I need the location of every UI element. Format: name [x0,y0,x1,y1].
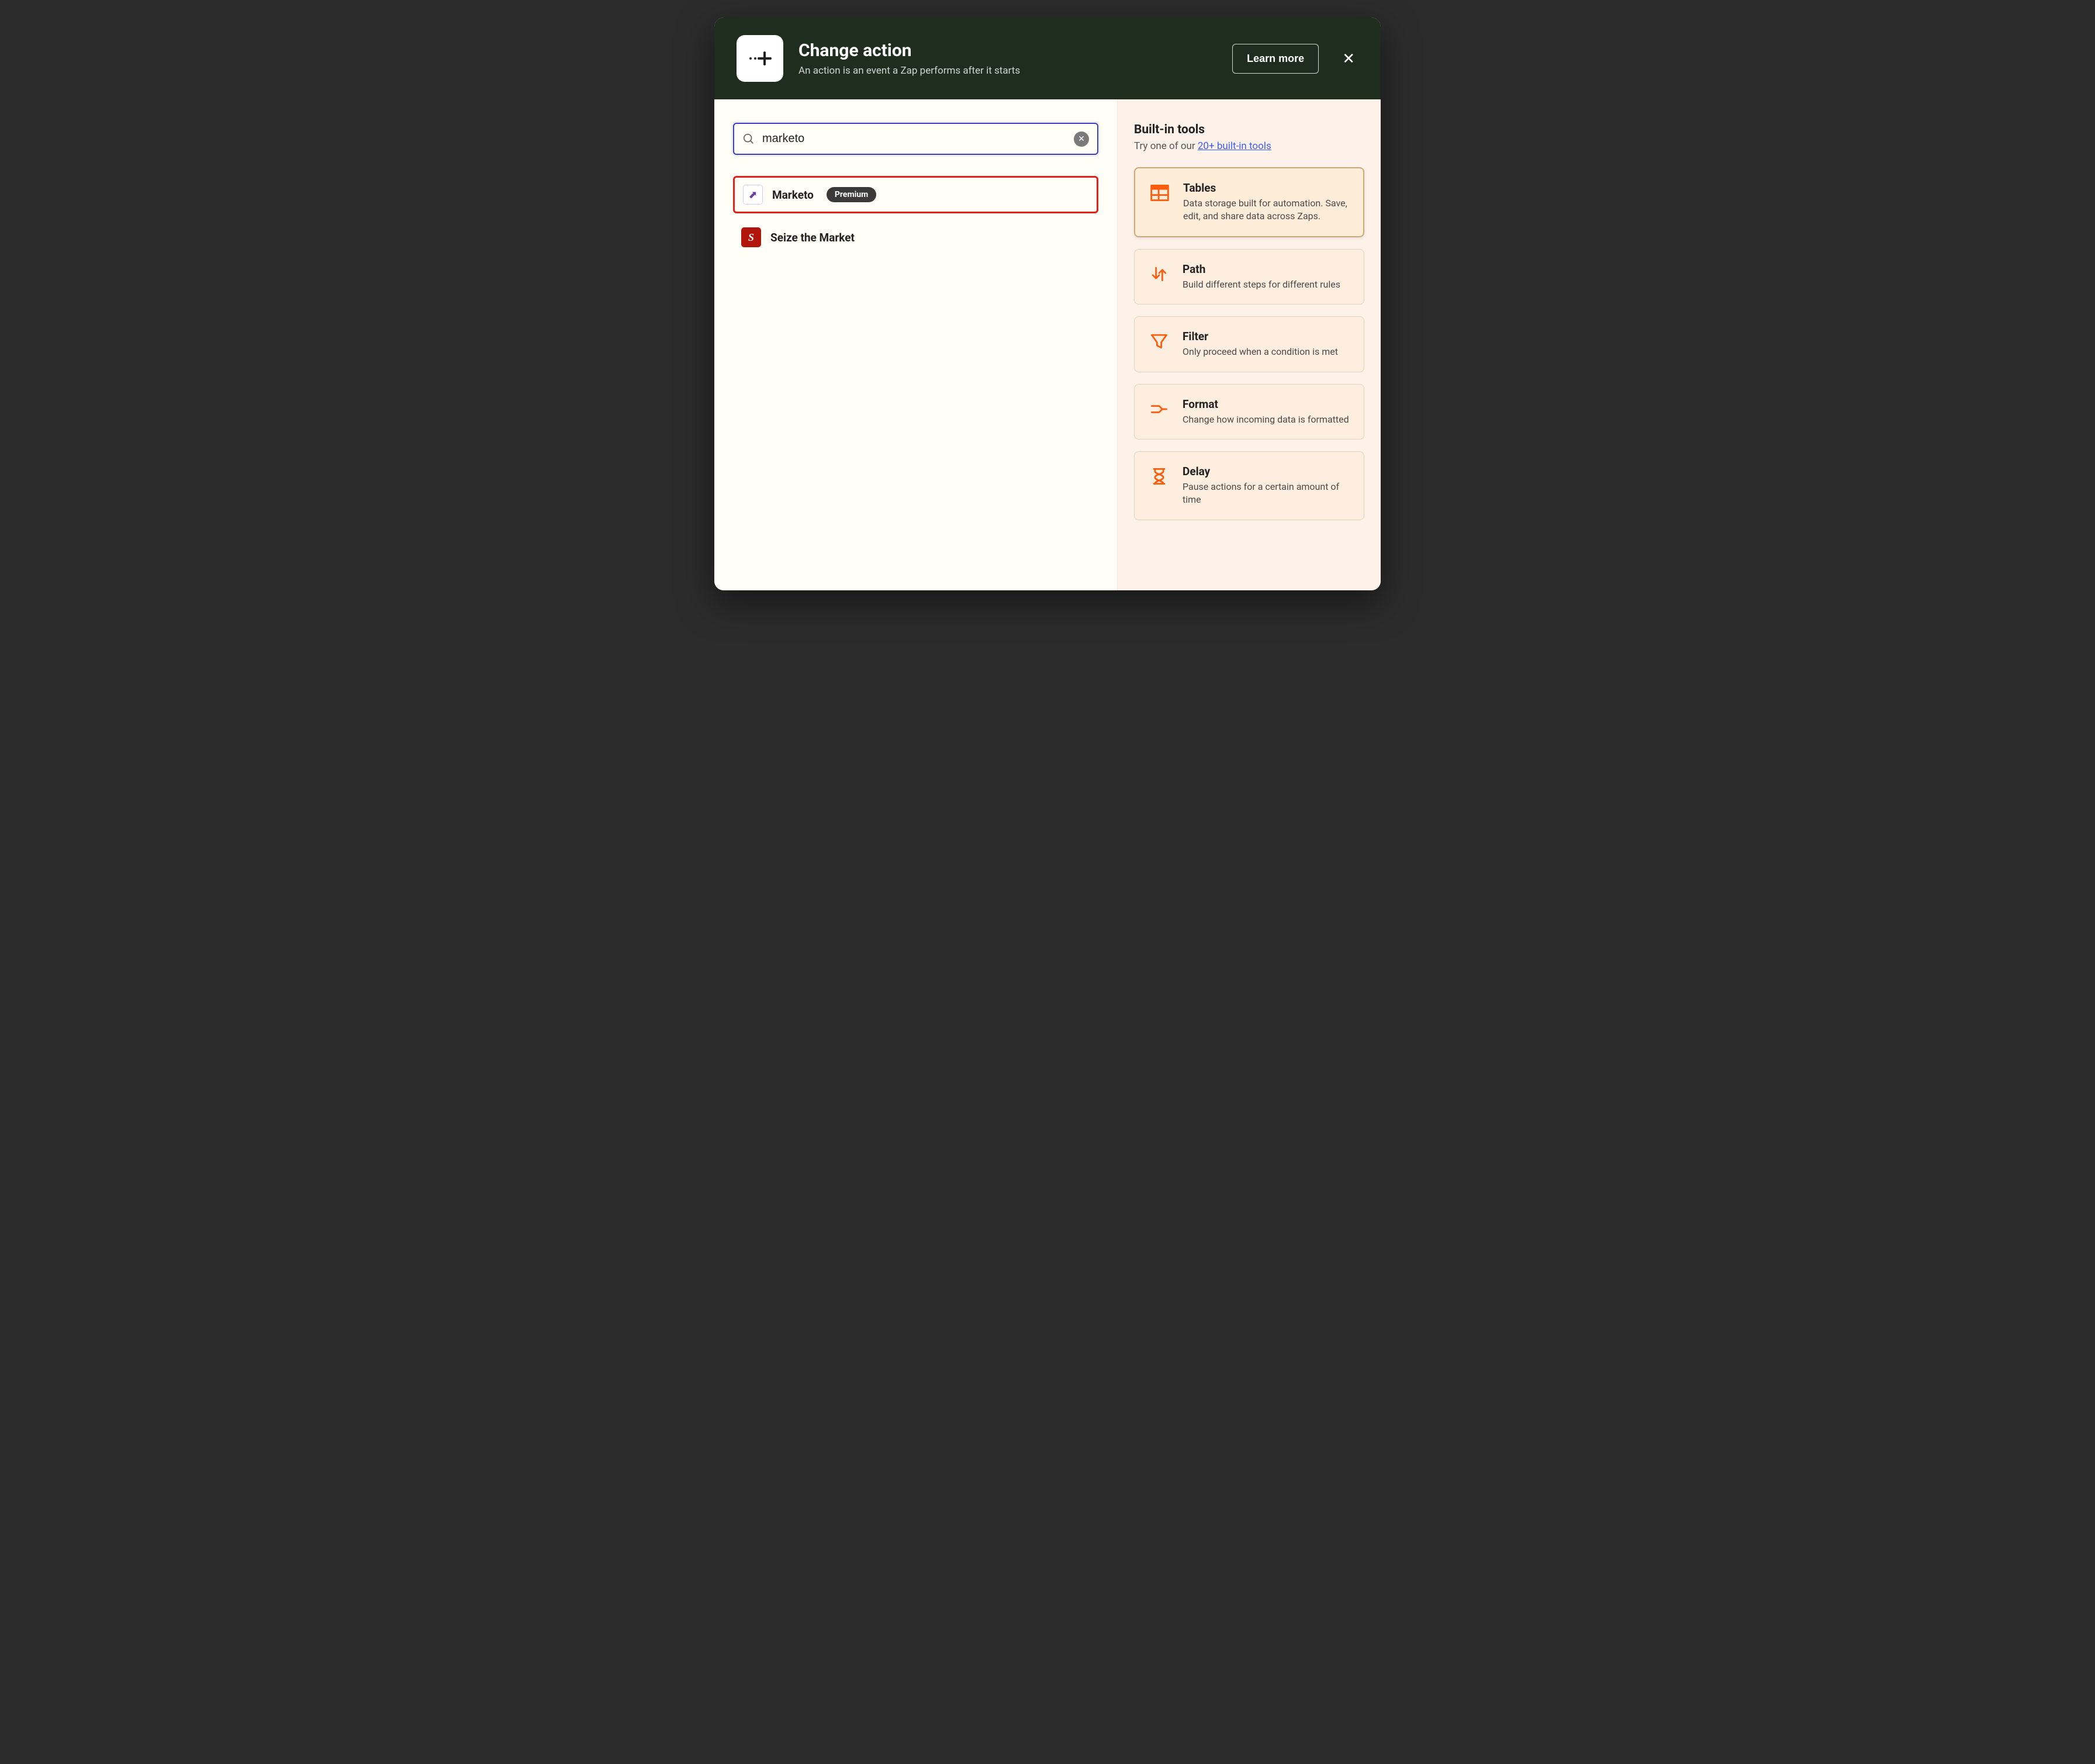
clear-icon: ✕ [1078,134,1085,144]
result-name: Marketo [772,188,814,202]
modal-title: Change action [798,40,1217,61]
search-result-seize-the-market[interactable]: S Seize the Market [733,220,1098,254]
builtin-try-prefix: Try one of our [1134,140,1198,152]
search-icon [742,133,755,146]
tool-description: Build different steps for different rule… [1183,278,1340,291]
search-field-wrap[interactable]: ✕ [733,123,1098,155]
format-icon [1147,397,1171,426]
tool-name: Tables [1183,181,1350,195]
premium-badge: Premium [827,187,876,202]
builtin-tools-link[interactable]: 20+ built-in tools [1198,140,1271,152]
tool-name: Filter [1183,330,1338,343]
search-panel: ✕ ⬈ Marketo Premium S Seize the Market [714,99,1118,590]
change-action-modal: Change action An action is an event a Za… [714,18,1381,590]
marketo-app-icon: ⬈ [743,185,763,205]
tool-name: Path [1183,262,1340,276]
seize-app-icon: S [741,227,761,247]
step-app-icon [737,35,783,82]
close-icon: ✕ [1342,50,1355,67]
tool-description: Pause actions for a certain amount of ti… [1183,480,1351,507]
tool-description: Change how incoming data is formatted [1183,413,1349,426]
tool-name: Format [1183,397,1349,411]
tool-card-path[interactable]: Path Build different steps for different … [1134,249,1364,305]
filter-icon [1147,330,1171,358]
path-icon [1147,262,1171,291]
tables-icon [1148,181,1171,223]
tool-card-tables[interactable]: Tables Data storage built for automation.… [1134,167,1364,237]
result-name: Seize the Market [770,231,855,244]
tool-card-format[interactable]: Format Change how incoming data is format… [1134,384,1364,440]
modal-body: ✕ ⬈ Marketo Premium S Seize the Market Built… [714,99,1381,590]
learn-more-button[interactable]: Learn more [1232,44,1319,74]
modal-header: Change action An action is an event a Za… [714,18,1381,99]
clear-search-button[interactable]: ✕ [1074,132,1089,147]
tool-name: Delay [1183,465,1351,478]
delay-icon [1147,465,1171,507]
search-result-marketo[interactable]: ⬈ Marketo Premium [733,176,1098,213]
builtin-title: Built-in tools [1134,123,1364,137]
tool-card-delay[interactable]: Delay Pause actions for a certain amount … [1134,451,1364,520]
tool-description: Data storage built for automation. Save,… [1183,197,1350,223]
builtin-tools-panel: Built-in tools Try one of our 20+ built-… [1118,99,1381,590]
tool-card-filter[interactable]: Filter Only proceed when a condition is m… [1134,316,1364,372]
tool-description: Only proceed when a condition is met [1183,345,1338,358]
builtin-subtitle: Try one of our 20+ built-in tools [1134,140,1364,152]
modal-subtitle: An action is an event a Zap performs aft… [798,65,1217,77]
search-input[interactable] [755,130,1074,148]
close-button[interactable]: ✕ [1339,45,1358,72]
